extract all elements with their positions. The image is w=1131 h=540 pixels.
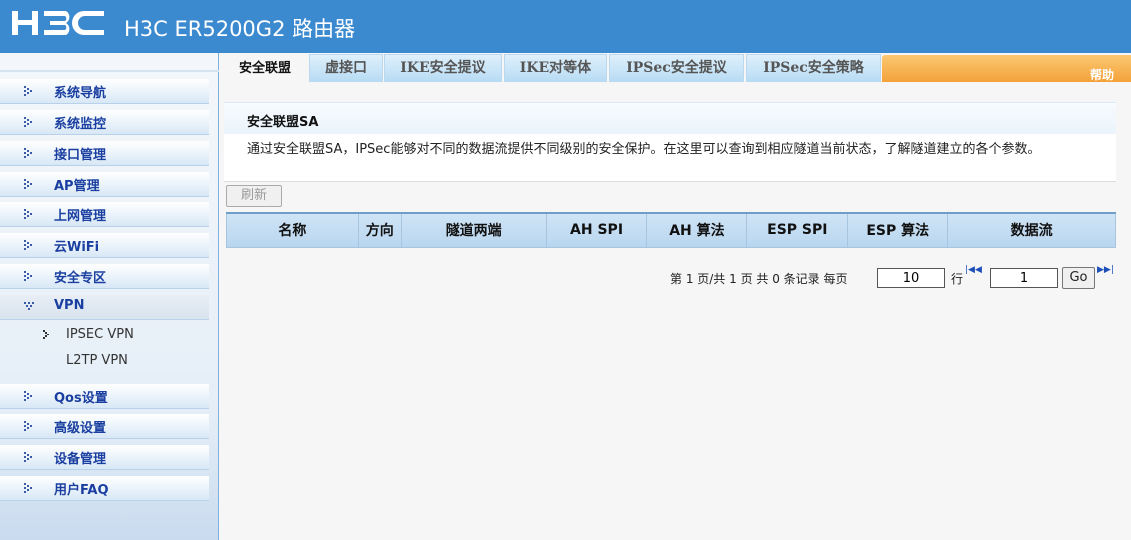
app-title: H3C ER5200G2 路由器 bbox=[124, 17, 356, 41]
sidebar-item-label: 上网管理 bbox=[54, 209, 107, 224]
col-name: 名称 bbox=[226, 212, 359, 248]
help-link[interactable]: 帮助 bbox=[1090, 66, 1114, 83]
sidebar-item-ap[interactable]: AP管理 bbox=[0, 172, 209, 197]
dots-bullet-icon bbox=[24, 209, 32, 219]
sidebar-item-security[interactable]: 安全专区 bbox=[0, 264, 209, 289]
refresh-button[interactable]: 刷新 bbox=[226, 185, 282, 207]
tab-ipsec-policy[interactable]: IPSec安全策略 bbox=[746, 54, 881, 82]
sidebar-item-label: 用户FAQ bbox=[54, 483, 109, 498]
dots-bullet-icon bbox=[24, 271, 32, 281]
arrow-right-icon bbox=[43, 330, 49, 339]
sidebar-item-vpn[interactable]: VPN bbox=[0, 295, 209, 320]
sidebar-item-label: 系统监控 bbox=[54, 117, 107, 132]
h3c-logo bbox=[12, 11, 104, 35]
sidebar-subitem-label: IPSEC VPN bbox=[66, 327, 134, 342]
sidebar-item-label: 安全专区 bbox=[54, 271, 107, 286]
dots-bullet-icon bbox=[24, 148, 32, 158]
page-number-input[interactable] bbox=[990, 268, 1058, 288]
sidebar-subitem-l2tp-vpn[interactable]: L2TP VPN bbox=[0, 350, 209, 372]
col-data-flow: 数据流 bbox=[947, 212, 1116, 248]
dots-expanded-icon bbox=[24, 302, 34, 310]
dots-bullet-icon bbox=[24, 483, 32, 493]
col-ah-algorithm: AH 算法 bbox=[646, 212, 748, 248]
tab-bar: 帮助 安全联盟 虚接口 IKE安全提议 IKE对等体 IPSec安全提议 IPS… bbox=[219, 53, 1131, 82]
table-header-row: 名称 方向 隧道两端 AH SPI AH 算法 ESP SPI ESP 算法 数… bbox=[226, 212, 1116, 248]
dots-bullet-icon bbox=[24, 452, 32, 462]
sidebar-divider bbox=[0, 70, 219, 72]
pager-summary: 第 1 页/共 1 页 共 0 条记录 每页 bbox=[670, 272, 848, 286]
sidebar-item-label: 接口管理 bbox=[54, 148, 107, 163]
go-button[interactable]: Go bbox=[1062, 267, 1095, 289]
per-page-input[interactable] bbox=[877, 268, 945, 288]
sidebar-item-advanced[interactable]: 高级设置 bbox=[0, 414, 209, 439]
col-esp-algorithm: ESP 算法 bbox=[847, 212, 949, 248]
top-header: H3C ER5200G2 路由器 bbox=[0, 0, 1131, 53]
col-tunnel-ends: 隧道两端 bbox=[400, 212, 547, 248]
dots-bullet-icon bbox=[24, 391, 32, 401]
sidebar-item-internet[interactable]: 上网管理 bbox=[0, 202, 209, 227]
sidebar-subitem-label: L2TP VPN bbox=[66, 353, 128, 368]
rows-unit-label: 行 bbox=[951, 272, 964, 286]
sidebar-item-device[interactable]: 设备管理 bbox=[0, 445, 209, 470]
sidebar-subitem-ipsec-vpn[interactable]: IPSEC VPN bbox=[0, 324, 209, 346]
sidebar-item-label: 云WiFi bbox=[54, 240, 100, 255]
last-page-icon[interactable]: ▶▶| bbox=[1097, 265, 1114, 275]
section-description: 通过安全联盟SA，IPSec能够对不同的数据流提供不同级别的安全保护。在这里可以… bbox=[224, 134, 1116, 182]
help-bar: 帮助 bbox=[882, 55, 1131, 82]
sidebar-item-qos[interactable]: Qos设置 bbox=[0, 384, 209, 409]
sidebar-item-label: 高级设置 bbox=[54, 421, 107, 436]
col-direction: 方向 bbox=[357, 212, 402, 248]
dots-bullet-icon bbox=[24, 86, 32, 96]
sidebar-item-interface[interactable]: 接口管理 bbox=[0, 141, 209, 166]
sidebar-item-system-nav[interactable]: 系统导航 bbox=[0, 79, 209, 104]
tab-ike-proposal[interactable]: IKE安全提议 bbox=[384, 54, 502, 82]
col-ah-spi: AH SPI bbox=[545, 212, 648, 248]
sidebar-item-label: Qos设置 bbox=[54, 391, 108, 406]
sa-table: 名称 方向 隧道两端 AH SPI AH 算法 ESP SPI ESP 算法 数… bbox=[226, 212, 1116, 248]
col-esp-spi: ESP SPI bbox=[746, 212, 849, 248]
section-title: 安全联盟SA bbox=[247, 115, 319, 130]
tab-virtual-interface[interactable]: 虚接口 bbox=[309, 54, 383, 82]
first-page-icon[interactable]: |◀◀ bbox=[965, 265, 982, 275]
sidebar-item-faq[interactable]: 用户FAQ bbox=[0, 476, 209, 501]
tab-ipsec-proposal[interactable]: IPSec安全提议 bbox=[609, 54, 744, 82]
tab-security-association[interactable]: 安全联盟 bbox=[222, 54, 308, 82]
sidebar-item-label: AP管理 bbox=[54, 179, 100, 194]
sidebar-item-cloud-wifi[interactable]: 云WiFi bbox=[0, 233, 209, 258]
sidebar-item-label: 系统导航 bbox=[54, 86, 107, 101]
sidebar-item-system-monitor[interactable]: 系统监控 bbox=[0, 110, 209, 135]
sidebar-item-label: 设备管理 bbox=[54, 452, 107, 467]
dots-bullet-icon bbox=[24, 421, 32, 431]
section-header: 安全联盟SA bbox=[224, 102, 1116, 134]
dots-bullet-icon bbox=[24, 117, 32, 127]
dots-bullet-icon bbox=[24, 240, 32, 250]
sidebar-item-label: VPN bbox=[54, 298, 85, 313]
tab-ike-peer[interactable]: IKE对等体 bbox=[504, 54, 607, 82]
dots-bullet-icon bbox=[24, 179, 32, 189]
